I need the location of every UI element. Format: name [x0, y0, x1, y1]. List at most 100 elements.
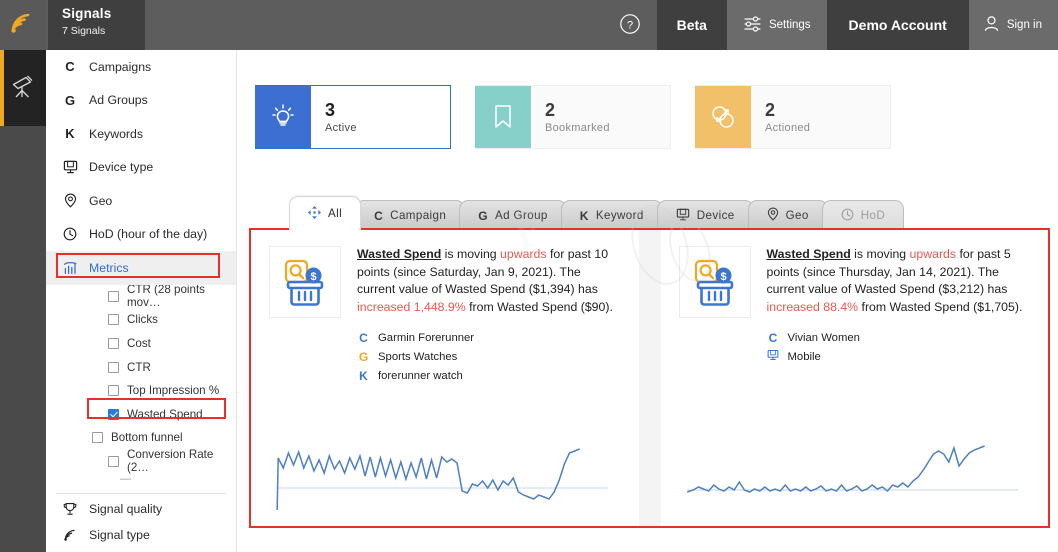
- header-actions: ? Beta Settings Demo Account Sign in: [603, 0, 1058, 50]
- tab-ad-group[interactable]: G Ad Group: [459, 200, 567, 230]
- signal-tags: C Vivian Women Mobile: [767, 328, 1031, 366]
- tab-all[interactable]: All: [289, 196, 362, 230]
- header-app-block[interactable]: Signals 7 Signals: [48, 0, 145, 50]
- status-cards: 3 Active 2 Bookmarked 2 Actioned: [255, 85, 891, 149]
- device-monitor-icon: [767, 349, 780, 364]
- help-button[interactable]: ?: [603, 0, 657, 50]
- signal-header: $ Wasted Spend is moving upwards for pas…: [678, 246, 1031, 318]
- signal-text-1: is moving: [441, 247, 501, 261]
- beta-button[interactable]: Beta: [656, 0, 727, 50]
- checkbox[interactable]: [108, 361, 119, 373]
- sidebar-item-hod[interactable]: HoD (hour of the day): [46, 218, 236, 252]
- settings-button[interactable]: Settings: [726, 0, 827, 50]
- letter-c-icon: C: [359, 330, 368, 345]
- checkbox[interactable]: [108, 455, 119, 467]
- sidebar-item-signal-type[interactable]: Signal type: [46, 522, 236, 548]
- help-circle-icon: ?: [619, 13, 641, 38]
- tab-geo[interactable]: Geo: [747, 200, 828, 230]
- metric-label: Conversion Rate (2…: [127, 448, 214, 475]
- rail-logo[interactable]: [0, 0, 46, 50]
- sidebar-item-label: Campaigns: [89, 59, 152, 74]
- metric-group-label: Bottom funnel: [111, 431, 183, 445]
- sliders-icon: [743, 15, 762, 36]
- lightbulb-icon: [255, 86, 311, 148]
- beta-label: Beta: [676, 17, 707, 33]
- sidebar-item-signal-quality[interactable]: Signal quality: [46, 496, 236, 522]
- metric-group-bottom-funnel[interactable]: Bottom funnel: [46, 426, 236, 450]
- tag-label: forerunner watch: [378, 369, 463, 382]
- tab-campaign[interactable]: C Campaign: [355, 200, 466, 230]
- sidebar-item-label: Keywords: [89, 126, 143, 141]
- signin-button[interactable]: Sign in: [968, 0, 1058, 50]
- sidebar-item-label: HoD (hour of the day): [89, 227, 208, 242]
- sidebar-item-campaigns[interactable]: C Campaigns: [46, 50, 236, 84]
- signal-text-3: from Wasted Spend ($90).: [465, 299, 613, 314]
- account-button[interactable]: Demo Account: [826, 0, 969, 50]
- svg-text:?: ?: [627, 19, 633, 31]
- tab-keyword[interactable]: K Keyword: [560, 200, 663, 230]
- tab-label: Campaign: [390, 209, 447, 222]
- letter-g-icon: G: [478, 208, 488, 223]
- checkbox[interactable]: [108, 314, 119, 326]
- metric-row-ctr-28[interactable]: CTR (28 points mov…: [46, 283, 236, 309]
- tag-device[interactable]: Mobile: [767, 347, 1031, 366]
- status-card-actioned[interactable]: 2 Actioned: [695, 85, 891, 149]
- signal-card-2[interactable]: $ Wasted Spend is moving upwards for pas…: [661, 230, 1049, 526]
- signal-card-1[interactable]: $ Wasted Spend is moving upwards for pas…: [251, 230, 639, 526]
- sidebar: C Campaigns G Ad Groups K Keywords Devic…: [46, 50, 237, 552]
- tab-device[interactable]: Device: [656, 200, 754, 230]
- column-divider: [638, 230, 661, 526]
- status-card-bookmarked[interactable]: 2 Bookmarked: [475, 85, 671, 149]
- sparkline-chart-1: [276, 448, 609, 511]
- signin-label: Sign in: [1006, 19, 1042, 31]
- bookmark-icon: [475, 86, 531, 148]
- metric-label: Wasted Spend: [127, 407, 203, 421]
- tab-label: Ad Group: [494, 209, 548, 222]
- sidebar-item-label: Metrics: [89, 260, 129, 275]
- trophy-icon: [62, 502, 78, 516]
- tab-hod[interactable]: HoD: [821, 200, 905, 230]
- metric-row-ctr[interactable]: CTR: [46, 355, 236, 379]
- sidebar-item-ad-groups[interactable]: G Ad Groups: [46, 84, 236, 118]
- sidebar-item-geo[interactable]: Geo: [46, 184, 236, 218]
- telescope-icon: [9, 73, 37, 104]
- tag-keyword[interactable]: K forerunner watch: [357, 366, 621, 385]
- tab-label: All: [328, 207, 343, 220]
- checkbox[interactable]: [92, 432, 103, 444]
- checkbox[interactable]: [108, 290, 119, 302]
- tag-label: Mobile: [787, 350, 821, 363]
- device-monitor-icon: [62, 160, 78, 174]
- metric-row-wasted-spend[interactable]: Wasted Spend: [46, 402, 236, 426]
- signal-metric-name[interactable]: Wasted Spend: [357, 247, 441, 261]
- tag-ad-group[interactable]: G Sports Watches: [357, 347, 621, 366]
- checkbox[interactable]: [108, 385, 119, 397]
- app-title: Signals: [62, 6, 112, 21]
- filter-tabs: All C Campaign G Ad Group K Keyword Devi…: [289, 194, 905, 230]
- person-icon: [983, 15, 1000, 36]
- metric-row-clicks[interactable]: Clicks: [46, 308, 236, 332]
- metric-row-top-impression[interactable]: Top Impression %: [46, 379, 236, 403]
- tag-campaign[interactable]: C Vivian Women: [767, 328, 1031, 347]
- rail-item-telescope[interactable]: [0, 50, 46, 126]
- metric-row-cost[interactable]: Cost: [46, 332, 236, 356]
- sidebar-item-label: Device type: [89, 160, 154, 175]
- metric-row-conversion-rate[interactable]: Conversion Rate (2…: [46, 448, 236, 475]
- status-card-active[interactable]: 3 Active: [255, 85, 451, 149]
- sidebar-item-metrics[interactable]: Metrics: [46, 251, 236, 285]
- sidebar-item-device-type[interactable]: Device type: [46, 151, 236, 185]
- checkbox[interactable]: [108, 408, 119, 420]
- status-count: 2: [765, 100, 776, 120]
- signal-rss-icon: [10, 11, 36, 40]
- letter-g-icon: G: [358, 349, 369, 364]
- wasted-spend-icon: $: [678, 246, 751, 318]
- collapse-dash[interactable]: —: [46, 473, 236, 489]
- main-content: 3 Active 2 Bookmarked 2 Actioned All C C…: [237, 50, 1058, 552]
- settings-label: Settings: [768, 19, 811, 31]
- letter-k-icon: K: [579, 208, 589, 223]
- checkbox[interactable]: [108, 337, 119, 349]
- tag-campaign[interactable]: C Garmin Forerunner: [357, 328, 621, 347]
- app-subtitle: 7 Signals: [62, 25, 106, 37]
- signal-metric-name[interactable]: Wasted Spend: [767, 247, 851, 261]
- signal-change: increased 1,448.9%: [357, 299, 466, 314]
- sidebar-item-keywords[interactable]: K Keywords: [46, 117, 236, 151]
